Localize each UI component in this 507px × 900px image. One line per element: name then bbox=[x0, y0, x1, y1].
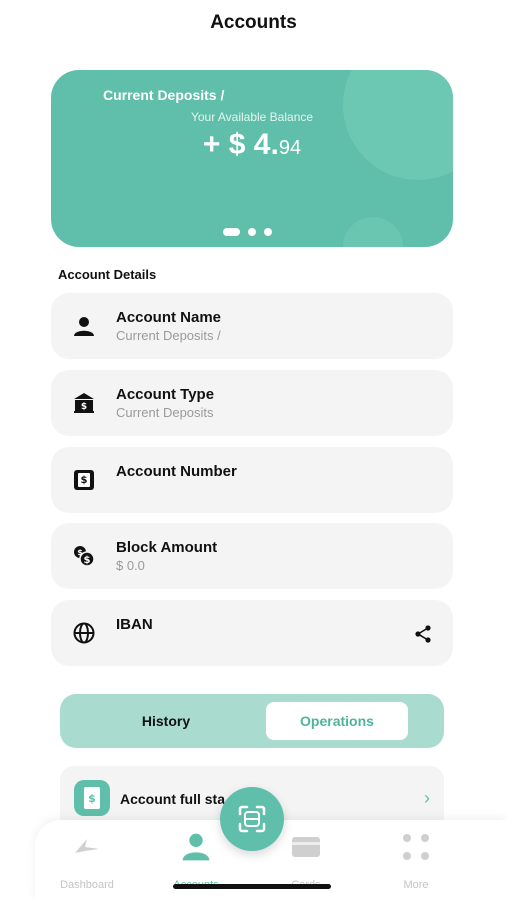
chevron-right-icon: › bbox=[424, 788, 430, 808]
nav-dashboard[interactable]: Dashboard bbox=[42, 830, 132, 891]
bank-icon: $ bbox=[74, 393, 94, 413]
pager-dot[interactable] bbox=[223, 228, 240, 236]
row-label: Account Type bbox=[116, 386, 215, 403]
scan-icon bbox=[238, 805, 266, 833]
balance-card[interactable]: Current Deposits / Your Available Balanc… bbox=[51, 70, 453, 247]
nav-more[interactable]: More bbox=[371, 830, 461, 891]
person-icon bbox=[74, 317, 94, 336]
history-operations-toggle: History Operations bbox=[60, 694, 444, 748]
card-icon bbox=[292, 837, 320, 857]
globe-icon bbox=[73, 622, 95, 644]
svg-text:$: $ bbox=[81, 475, 88, 486]
scan-button[interactable] bbox=[220, 787, 284, 851]
account-type-row[interactable]: $ Account Type Current Deposits bbox=[51, 370, 453, 436]
grid-icon bbox=[403, 834, 429, 860]
row-label: Account Name bbox=[116, 309, 222, 326]
row-label: IBAN bbox=[116, 616, 153, 633]
balance-fraction: 94 bbox=[278, 137, 302, 159]
card-balance-subtitle: Your Available Balance bbox=[190, 110, 314, 124]
row-value: Current Deposits bbox=[116, 405, 214, 420]
row-value: $ 0.0 bbox=[116, 558, 145, 573]
page-title: Accounts bbox=[210, 12, 297, 33]
card-decoration bbox=[343, 70, 453, 180]
nav-label: Dashboard bbox=[60, 879, 114, 891]
svg-text:$: $ bbox=[84, 555, 91, 566]
card-account-title: Current Deposits / bbox=[103, 87, 225, 103]
iban-row[interactable]: IBAN bbox=[51, 600, 453, 666]
row-value: Current Deposits / bbox=[116, 328, 221, 343]
statement-label: Account full sta bbox=[120, 791, 226, 807]
balance-main: + $ 4. bbox=[202, 128, 279, 161]
row-label: Account Number bbox=[116, 463, 237, 480]
home-indicator bbox=[173, 884, 331, 889]
coins-icon: $ $ bbox=[74, 546, 95, 567]
tab-history[interactable]: History bbox=[68, 702, 264, 740]
account-name-row[interactable]: Account Name Current Deposits / bbox=[51, 293, 453, 359]
account-number-row[interactable]: $ Account Number bbox=[51, 447, 453, 513]
statement-icon: $ bbox=[74, 780, 110, 816]
person-icon bbox=[182, 833, 210, 861]
pager-dot[interactable] bbox=[264, 228, 272, 236]
card-balance: + $ 4.94 bbox=[51, 128, 453, 162]
svg-text:$: $ bbox=[81, 402, 87, 412]
tab-operations[interactable]: Operations bbox=[266, 702, 408, 740]
block-amount-row[interactable]: $ $ Block Amount $ 0.0 bbox=[51, 523, 453, 589]
card-decoration bbox=[343, 217, 403, 247]
pager-dot[interactable] bbox=[248, 228, 256, 236]
account-details-heading: Account Details bbox=[58, 267, 157, 282]
row-label: Block Amount bbox=[116, 539, 218, 556]
svg-text:$: $ bbox=[88, 792, 96, 805]
svg-text:$: $ bbox=[77, 548, 83, 557]
nav-label: More bbox=[403, 879, 429, 891]
card-pager[interactable] bbox=[223, 228, 272, 236]
dashboard-icon bbox=[75, 839, 99, 853]
account-number-icon: $ bbox=[74, 470, 94, 490]
share-icon[interactable] bbox=[413, 624, 433, 644]
